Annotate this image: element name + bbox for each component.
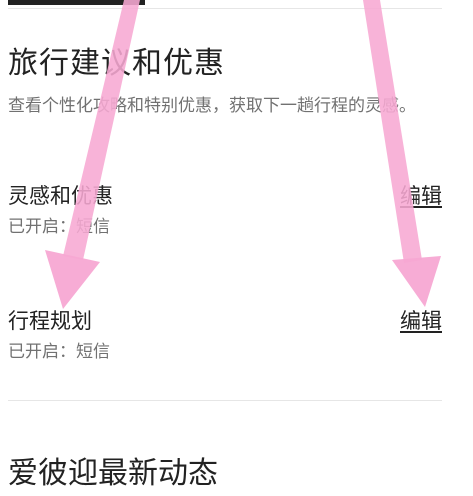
section-title: 旅行建议和优惠 (8, 46, 225, 81)
edit-link-inspiration-offers[interactable]: 编辑 (400, 181, 442, 211)
setting-label: 行程规划 (8, 309, 92, 333)
setting-status: 已开启：短信 (8, 342, 110, 362)
setting-row-inspiration-offers: 灵感和优惠 已开启：短信 编辑 (8, 177, 442, 237)
setting-label: 灵感和优惠 (8, 184, 113, 208)
setting-status: 已开启：短信 (8, 217, 110, 237)
arrow-right-pointer-icon (363, 0, 441, 307)
section-divider (8, 400, 442, 401)
next-section-title: 爱彼迎最新动态 (8, 456, 218, 491)
edit-link-trip-planning[interactable]: 编辑 (400, 306, 442, 336)
section-description: 查看个性化攻略和特别优惠，获取下一趟行程的灵感。 (8, 96, 416, 116)
active-tab-indicator (8, 0, 145, 5)
setting-row-trip-planning: 行程规划 已开启：短信 编辑 (8, 302, 442, 362)
top-divider (8, 8, 442, 9)
